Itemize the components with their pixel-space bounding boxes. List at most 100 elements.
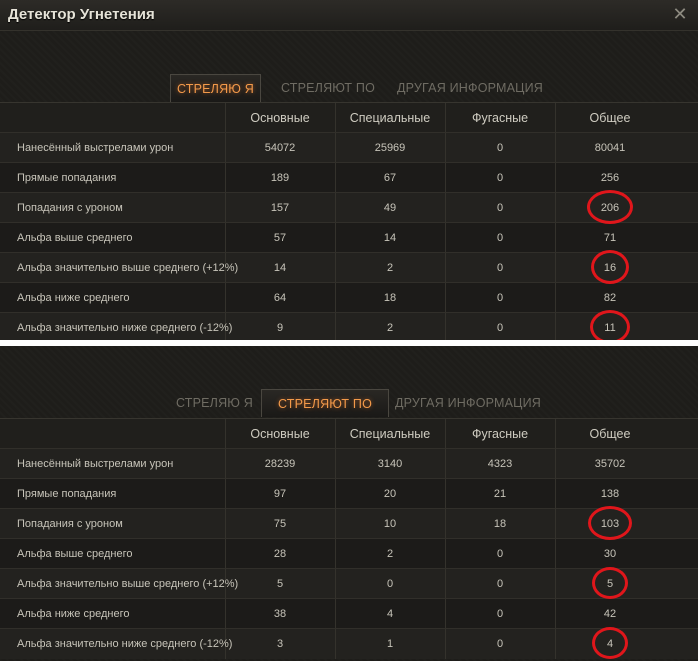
column-divider [445, 283, 446, 313]
table-cell: 82 [603, 292, 617, 304]
table-header-row: Основные Специальные Фугасные Общее [0, 418, 698, 449]
table-cell: 67 [383, 172, 397, 184]
column-divider [555, 569, 556, 599]
column-divider [335, 163, 336, 193]
row-label: Альфа выше среднего [17, 548, 133, 560]
table-cell: 4 [606, 638, 614, 650]
column-divider [335, 193, 336, 223]
column-header: Общее [589, 111, 631, 125]
column-divider [555, 539, 556, 569]
column-divider [225, 283, 226, 313]
table-cell: 0 [386, 578, 394, 590]
table-cell: 2 [386, 548, 394, 560]
column-divider [555, 133, 556, 163]
column-divider [445, 539, 446, 569]
table-row: Альфа ниже среднего 64 18 0 82 [0, 282, 698, 313]
column-divider [555, 629, 556, 659]
table-cell: 11 [604, 322, 616, 334]
table-cell: 71 [603, 232, 617, 244]
table-cell: 5 [276, 578, 284, 590]
column-header: Основные [250, 111, 310, 125]
table-cell: 138 [600, 488, 620, 500]
table-row: Альфа ниже среднего 38 4 0 42 [0, 598, 698, 629]
table-cell: 18 [493, 518, 507, 530]
table-cell: 0 [496, 638, 504, 650]
table-row: Альфа значительно выше среднего (+12%) 14… [0, 252, 698, 283]
column-divider [225, 133, 226, 163]
column-divider [555, 193, 556, 223]
column-divider [445, 253, 446, 283]
row-label: Нанесённый выстрелами урон [17, 458, 174, 470]
column-divider [335, 283, 336, 313]
table-row: Прямые попадания 189 67 0 256 [0, 162, 698, 193]
table-cell: 0 [496, 548, 504, 560]
table-cell: 0 [496, 142, 504, 154]
column-divider [445, 509, 446, 539]
tab-bar: СТРЕЛЯЮ Я СТРЕЛЯЮТ ПО МНЕ ДРУГАЯ ИНФОРМА… [0, 389, 698, 439]
column-divider [555, 253, 556, 283]
table-cell: 25969 [374, 142, 406, 154]
table-row: Альфа значительно ниже среднего (-12%) 9 2… [0, 312, 698, 340]
row-label: Прямые попадания [17, 488, 117, 500]
column-header: Специальные [349, 427, 431, 441]
stats-panel-bottom: СТРЕЛЯЮ Я СТРЕЛЯЮТ ПО МНЕ ДРУГАЯ ИНФОРМА… [0, 346, 698, 661]
table-cell: 14 [383, 232, 397, 244]
table-header-row: Основные Специальные Фугасные Общее [0, 102, 698, 133]
table-cell: 9 [276, 322, 284, 334]
table-cell: 30 [603, 548, 617, 560]
column-divider [335, 449, 336, 479]
table-cell: 0 [496, 232, 504, 244]
table-cell: 103 [600, 518, 620, 530]
column-divider [445, 569, 446, 599]
column-divider [445, 223, 446, 253]
table-row: Альфа значительно выше среднего (+12%) 5 0… [0, 568, 698, 599]
tab-shot-at[interactable]: СТРЕЛЯЮТ ПО МНЕ [265, 74, 391, 123]
column-divider [555, 313, 556, 340]
column-divider [555, 449, 556, 479]
column-header: Общее [589, 427, 631, 441]
table-cell: 49 [383, 202, 397, 214]
table-cell: 35702 [594, 458, 626, 470]
table-cell: 0 [496, 172, 504, 184]
row-label: Альфа значительно выше среднего (+12%) [17, 262, 239, 274]
table-row: Альфа выше среднего 57 14 0 71 [0, 222, 698, 253]
column-divider [335, 629, 336, 659]
table-cell: 0 [496, 322, 504, 334]
table-cell: 80041 [594, 142, 626, 154]
column-divider [445, 479, 446, 509]
table-cell: 75 [273, 518, 287, 530]
column-divider [335, 313, 336, 340]
column-header: Основные [250, 427, 310, 441]
table-cell: 4323 [487, 458, 513, 470]
close-icon[interactable]: ✕ [670, 4, 690, 24]
table-cell: 28239 [264, 458, 296, 470]
column-divider [445, 193, 446, 223]
table-cell: 206 [600, 202, 620, 214]
table-cell: 256 [600, 172, 620, 184]
column-divider [555, 479, 556, 509]
stats-panel-top: Детектор Угнетения ✕ СТРЕЛЯЮ Я СТРЕЛЯЮТ … [0, 0, 698, 340]
column-divider [225, 163, 226, 193]
table-row: Нанесённый выстрелами урон 54072 25969 0 800… [0, 132, 698, 163]
tab-shooting[interactable]: СТРЕЛЯЮ Я [170, 74, 261, 102]
table-cell: 54072 [264, 142, 296, 154]
tab-shooting[interactable]: СТРЕЛЯЮ Я [170, 389, 259, 417]
column-divider [555, 599, 556, 629]
tab-shot-at[interactable]: СТРЕЛЯЮТ ПО МНЕ [261, 389, 389, 439]
table-cell: 18 [383, 292, 397, 304]
table-cell: 42 [603, 608, 617, 620]
table-cell: 189 [270, 172, 290, 184]
table-cell: 0 [496, 608, 504, 620]
column-divider [335, 509, 336, 539]
column-divider [335, 479, 336, 509]
row-label: Альфа значительно ниже среднего (-12%) [17, 322, 233, 334]
column-divider [225, 223, 226, 253]
column-divider [555, 283, 556, 313]
table-cell: 57 [273, 232, 287, 244]
tab-other-info[interactable]: ДРУГАЯ ИНФОРМАЦИЯ [393, 389, 543, 417]
table-row: Нанесённый выстрелами урон 28239 3140 4323 3… [0, 448, 698, 479]
tab-other-info[interactable]: ДРУГАЯ ИНФОРМАЦИЯ [395, 74, 545, 102]
table-cell: 2 [386, 322, 394, 334]
column-divider [335, 253, 336, 283]
row-label: Попадания с уроном [17, 202, 123, 214]
